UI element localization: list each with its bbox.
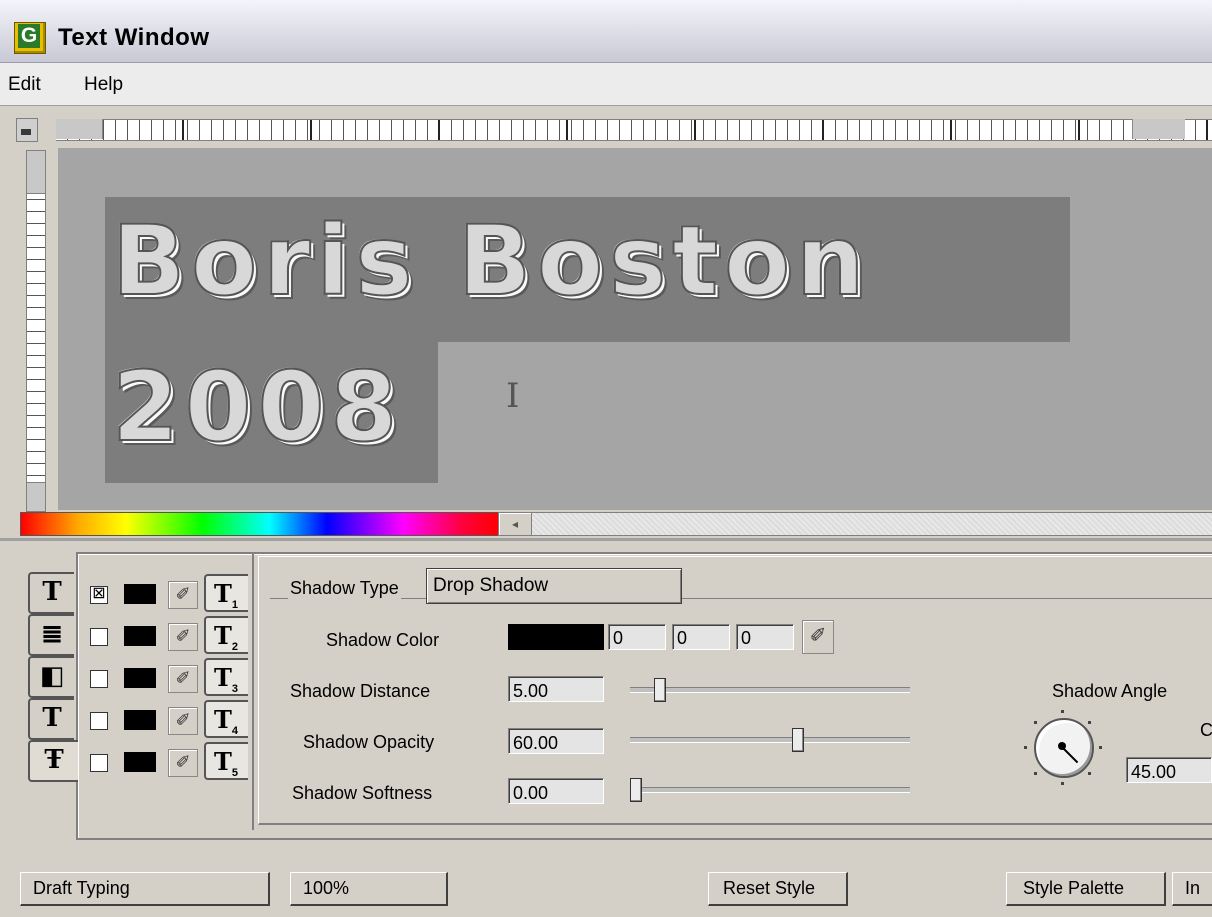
dial-tick [1061,710,1064,713]
gradient-icon: ◧ [39,661,65,691]
tab-text-fill[interactable]: T [28,572,74,614]
shadow-color-green-field[interactable]: 0 [672,624,730,650]
ruler-right-margin[interactable] [1132,119,1185,139]
vruler-top-margin[interactable] [26,150,46,194]
shadow-softness-slider[interactable] [630,787,910,793]
shadow-opacity-field[interactable]: 60.00 [508,728,604,754]
shadow-opacity-thumb[interactable] [792,728,804,752]
horizontal-ruler[interactable] [56,119,1212,141]
layer-tab-4[interactable]: T4 [204,700,248,738]
layer-tab-2-glyph: T [214,621,232,650]
dial-tick [1088,721,1091,724]
layer-tab-1[interactable]: T1 [204,574,248,612]
tab-gradient[interactable]: ◧ [28,656,74,698]
shadow-color-red-field[interactable]: 0 [608,624,666,650]
vruler-bottom-margin[interactable] [26,482,46,512]
outline-text-icon: T [42,703,62,733]
dial-tick [1088,772,1091,775]
layer-4-enable-checkbox[interactable] [90,712,108,730]
ruler-left-margin[interactable] [56,119,103,139]
layer-2-color-swatch[interactable] [124,626,156,646]
layer-tab-5-glyph: T [214,747,232,776]
styled-text-line-1[interactable]: Boris Boston [111,205,870,317]
shadow-type-label: Shadow Type [288,578,401,599]
layer-5-eyedropper-icon[interactable]: ✐ [168,749,198,777]
layer-tab-5[interactable]: T5 [204,742,248,780]
layer-tab-3[interactable]: T3 [204,658,248,696]
tab-paragraph[interactable]: ≣ [28,614,74,656]
shadow-color-eyedropper-icon[interactable]: ✐ [802,620,834,654]
panel-divider [0,538,1212,541]
shadow-angle-extra-label: C [1200,720,1212,740]
window-title: Text Window [58,24,210,51]
shadow-softness-field[interactable]: 0.00 [508,778,604,804]
vertical-ruler[interactable] [26,150,46,512]
layer-3-enable-checkbox[interactable] [90,670,108,688]
style-palette-button[interactable]: Style Palette [1006,872,1166,906]
layer-2-enable-checkbox[interactable] [90,628,108,646]
tab-outline-text[interactable]: T [28,698,74,740]
dial-tick [1024,746,1027,749]
shadow-opacity-slider[interactable] [630,737,910,743]
layer-tab-4-index: 4 [231,724,238,737]
shadow-color-swatch[interactable] [508,624,604,650]
layer-3-eyedropper-icon[interactable]: ✐ [168,665,198,693]
styled-text-line-2[interactable]: 2008 [111,351,403,463]
color-spectrum-picker[interactable] [20,512,500,536]
layer-tab-1-glyph: T [214,579,232,608]
dial-tick [1061,782,1064,785]
tab-shadow-text[interactable]: Ŧ [28,740,78,782]
layer-5-enable-checkbox[interactable] [90,754,108,772]
layer-tab-3-index: 3 [231,682,238,695]
layer-3-color-swatch[interactable] [124,668,156,688]
reset-style-button[interactable]: Reset Style [708,872,848,906]
ibeam-cursor-icon: I [506,376,520,416]
paragraph-icon: ≣ [41,619,63,649]
insert-button[interactable]: In [1172,872,1212,906]
layer-1-color-swatch[interactable] [124,584,156,604]
layer-tab-5-index: 5 [231,766,238,779]
layer-tab-2-index: 2 [231,640,238,653]
shadow-group-line [270,598,1212,600]
layer-tab-3-glyph: T [214,663,232,692]
shadow-softness-thumb[interactable] [630,778,642,802]
menu-bar [0,63,1212,106]
text-fill-icon: T [42,577,62,607]
shadow-color-label: Shadow Color [326,630,440,650]
shadow-type-select[interactable]: Drop Shadow [426,568,682,604]
layer-4-eyedropper-icon[interactable]: ✐ [168,707,198,735]
shadow-opacity-label: Shadow Opacity [303,732,435,752]
menu-help[interactable]: Help [84,74,123,96]
menu-edit[interactable]: Edit [8,74,41,96]
layer-1-eyedropper-icon[interactable]: ✐ [168,581,198,609]
layer-5-color-swatch[interactable] [124,752,156,772]
color-strip-arrow-icon[interactable]: ◂ [498,512,532,536]
layer-2-eyedropper-icon[interactable]: ✐ [168,623,198,651]
app-icon-letter: G [18,24,40,48]
shadow-angle-field[interactable]: 45.00 [1126,757,1212,783]
draft-typing-button[interactable]: Draft Typing [20,872,270,906]
dial-tick [1099,746,1102,749]
dial-tick [1034,772,1037,775]
shadow-color-blue-field[interactable]: 0 [736,624,794,650]
layer-1-enable-checkbox[interactable]: ⊠ [90,586,108,604]
shadow-text-icon: Ŧ [44,745,64,775]
layer-tab-2[interactable]: T2 [204,616,248,654]
layer-4-color-swatch[interactable] [124,710,156,730]
layer-tab-4-glyph: T [214,705,232,734]
shadow-distance-slider[interactable] [630,687,910,693]
shadow-distance-field[interactable]: 5.00 [508,676,604,702]
shadow-distance-label: Shadow Distance [290,681,431,701]
shadow-softness-label: Shadow Softness [292,783,433,803]
dial-tick [1034,721,1037,724]
ruler-corner-icon[interactable] [16,118,38,142]
shadow-distance-thumb[interactable] [654,678,667,702]
shadow-angle-label: Shadow Angle [1052,681,1168,701]
zoom-button[interactable]: 100% [290,872,448,906]
color-strip-track[interactable] [532,512,1212,536]
app-icon: G [14,22,46,54]
layer-tab-1-index: 1 [231,598,238,611]
